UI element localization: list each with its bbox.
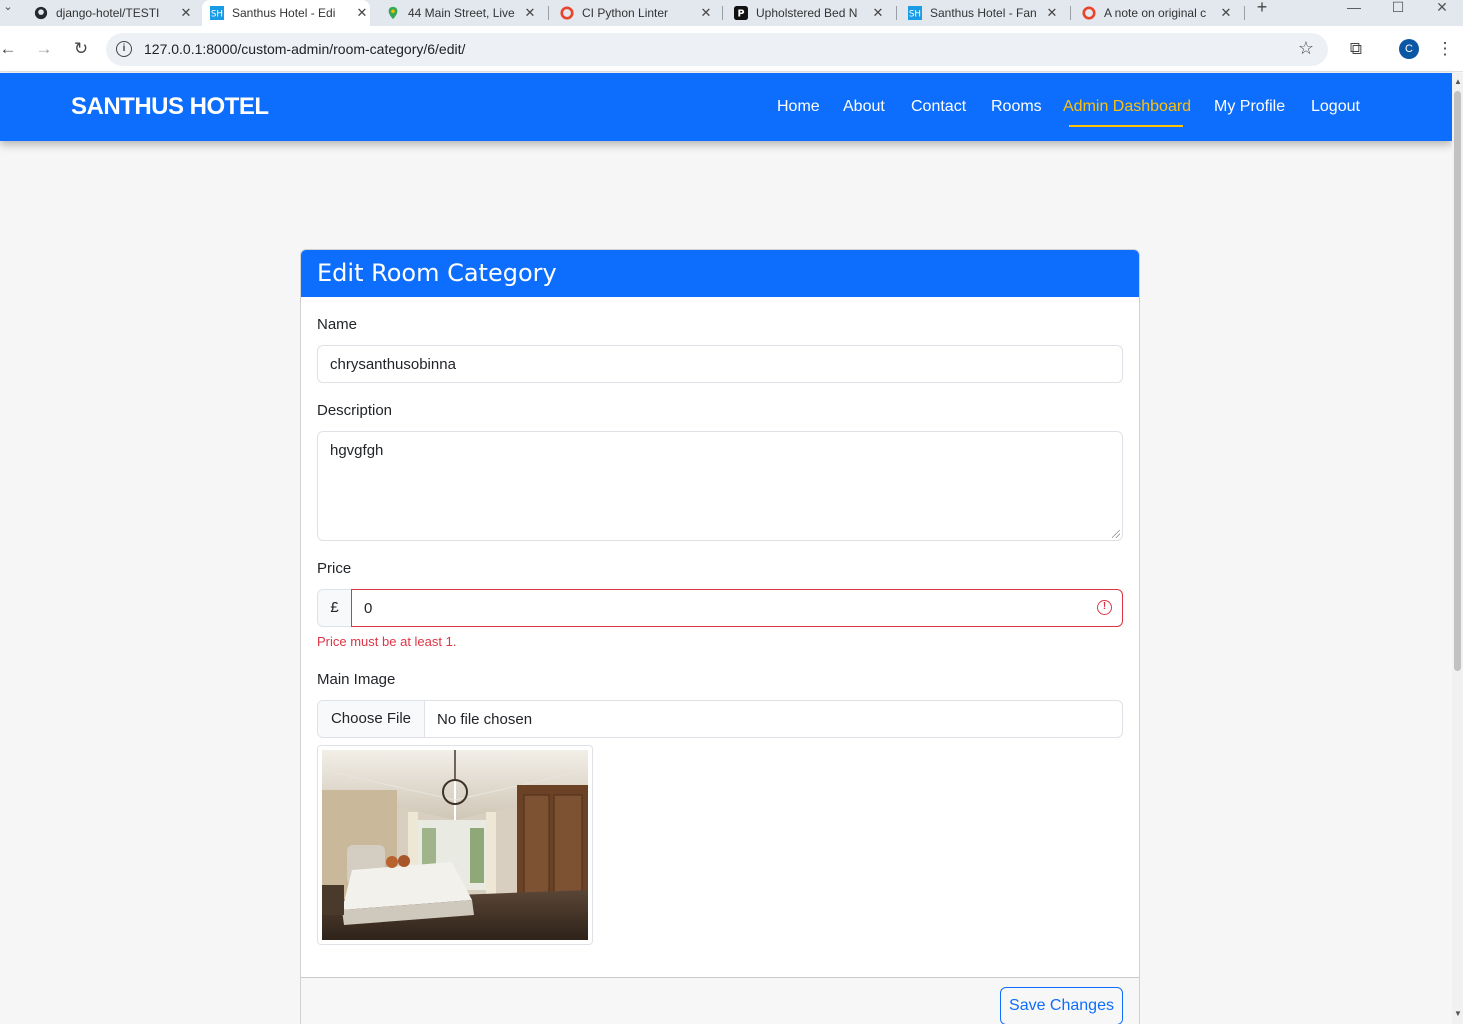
browser-toolbar: ← → ↻ i 127.0.0.1:8000/custom-admin/room… — [0, 26, 1463, 72]
price-error-message: Price must be at least 1. — [317, 634, 457, 649]
scrollbar-thumb[interactable] — [1454, 91, 1461, 671]
price-input-group: £ 0 ! — [317, 589, 1123, 627]
current-image-thumbnail — [317, 745, 593, 945]
svg-text:SH: SH — [909, 10, 921, 20]
price-input[interactable]: 0 ! — [351, 589, 1123, 627]
browser-tab[interactable]: P Upholstered Bed N ✕ — [734, 0, 886, 26]
svg-text:SH: SH — [211, 10, 223, 20]
close-icon[interactable]: ✕ — [354, 5, 370, 21]
forward-arrow-icon[interactable]: → — [32, 37, 56, 61]
browser-tab[interactable]: 44 Main Street, Live ✕ — [386, 0, 538, 26]
tab-title: django-hotel/TESTI — [56, 6, 160, 20]
tab-title: Santhus Hotel - Edi — [232, 6, 336, 20]
close-icon[interactable]: ✕ — [178, 5, 194, 21]
browser-tab[interactable]: CI Python Linter ✕ — [560, 0, 714, 26]
tab-title: A note on original c — [1104, 6, 1207, 20]
tab-separator — [1244, 6, 1245, 20]
name-input[interactable]: chrysanthusobinna — [317, 345, 1123, 383]
resize-grip-icon[interactable] — [1112, 530, 1120, 538]
close-icon[interactable]: ✕ — [1218, 5, 1234, 21]
file-status-text: No file chosen — [437, 711, 533, 728]
site-brand[interactable]: SANTHUS HOTEL — [71, 93, 269, 121]
tab-title: Upholstered Bed N — [756, 6, 858, 20]
browser-tab[interactable]: django-hotel/TESTI ✕ — [34, 0, 194, 26]
tab-title: Santhus Hotel - Fan — [930, 6, 1037, 20]
invalid-warning-icon: ! — [1097, 600, 1112, 615]
minimize-icon[interactable]: — — [1332, 0, 1376, 26]
page-scrollbar[interactable]: ▲ ▼ — [1452, 73, 1463, 1024]
close-icon[interactable]: ✕ — [1044, 5, 1060, 21]
nav-logout[interactable]: Logout — [1311, 98, 1360, 116]
card-header: Edit Room Category — [301, 250, 1139, 297]
back-arrow-icon[interactable]: ← — [0, 37, 20, 61]
tab-separator — [548, 6, 549, 20]
active-nav-underline — [1069, 125, 1183, 127]
price-label: Price — [317, 560, 352, 577]
address-bar[interactable]: i 127.0.0.1:8000/custom-admin/room-categ… — [106, 33, 1328, 66]
tab-search-chevron-icon[interactable]: ⌄ — [0, 0, 20, 14]
nav-about[interactable]: About — [843, 98, 885, 116]
menu-kebab-icon[interactable]: ⋮ — [1433, 37, 1457, 61]
close-icon[interactable]: ✕ — [698, 5, 714, 21]
extensions-puzzle-icon[interactable]: ⧉ — [1344, 37, 1368, 61]
close-icon[interactable]: ✕ — [870, 5, 886, 21]
tab-title: 44 Main Street, Live — [408, 6, 515, 20]
tab-separator — [1070, 6, 1071, 20]
site-info-icon[interactable]: i — [116, 41, 132, 57]
ci-icon — [560, 6, 574, 20]
save-changes-button[interactable]: Save Changes — [1000, 987, 1123, 1024]
nav-contact[interactable]: Contact — [911, 98, 966, 116]
bedroom-photo — [322, 750, 588, 940]
scroll-down-arrow-icon[interactable]: ▼ — [1454, 1009, 1462, 1018]
nav-home[interactable]: Home — [777, 98, 820, 116]
browser-tab-active[interactable]: SH Santhus Hotel - Edi ✕ — [202, 0, 370, 26]
scroll-up-arrow-icon[interactable]: ▲ — [1454, 77, 1462, 86]
card-footer: Save Changes — [301, 977, 1139, 1024]
reload-icon[interactable]: ↻ — [69, 37, 93, 61]
bookmark-star-icon[interactable]: ☆ — [1298, 38, 1314, 59]
name-input-value: chrysanthusobinna — [330, 356, 456, 373]
browser-tab[interactable]: SH Santhus Hotel - Fan ✕ — [908, 0, 1060, 26]
browser-tab-strip: ⌄ django-hotel/TESTI ✕ SH Santhus Hotel … — [0, 0, 1463, 26]
nav-admin-dashboard[interactable]: Admin Dashboard — [1063, 98, 1191, 116]
tab-separator — [896, 6, 897, 20]
maximize-icon[interactable]: ☐ — [1376, 0, 1420, 26]
price-value: 0 — [364, 600, 373, 617]
new-tab-plus-icon[interactable]: + — [1250, 0, 1274, 16]
nav-rooms[interactable]: Rooms — [991, 98, 1042, 116]
name-label: Name — [317, 316, 358, 333]
url-text[interactable]: 127.0.0.1:8000/custom-admin/room-categor… — [144, 41, 465, 57]
main-image-file-input[interactable]: Choose File No file chosen — [317, 700, 1123, 738]
currency-prefix: £ — [317, 589, 352, 627]
tab-title: CI Python Linter — [582, 6, 669, 20]
choose-file-button[interactable]: Choose File — [318, 701, 425, 737]
ci-icon — [1082, 6, 1096, 20]
description-value: hgvgfgh — [330, 442, 384, 459]
tab-separator — [722, 6, 723, 20]
github-icon — [34, 6, 48, 20]
p-icon: P — [734, 6, 748, 20]
edit-room-category-card: Edit Room Category Name chrysanthusobinn… — [300, 249, 1140, 1024]
main-image-label: Main Image — [317, 671, 396, 688]
description-label: Description — [317, 402, 393, 419]
profile-avatar[interactable]: C — [1399, 39, 1419, 59]
browser-tab[interactable]: A note on original c ✕ — [1082, 0, 1234, 26]
nav-my-profile[interactable]: My Profile — [1214, 98, 1285, 116]
svg-text:P: P — [738, 9, 745, 20]
page-title: Edit Room Category — [317, 259, 557, 287]
sh-icon: SH — [210, 6, 224, 20]
sh-icon: SH — [908, 6, 922, 20]
maps-icon — [388, 6, 398, 20]
description-textarea[interactable]: hgvgfgh — [317, 431, 1123, 541]
site-navbar: SANTHUS HOTEL Home About Contact Rooms A… — [0, 73, 1452, 141]
window-close-icon[interactable]: ✕ — [1420, 0, 1463, 26]
close-icon[interactable]: ✕ — [522, 5, 538, 21]
